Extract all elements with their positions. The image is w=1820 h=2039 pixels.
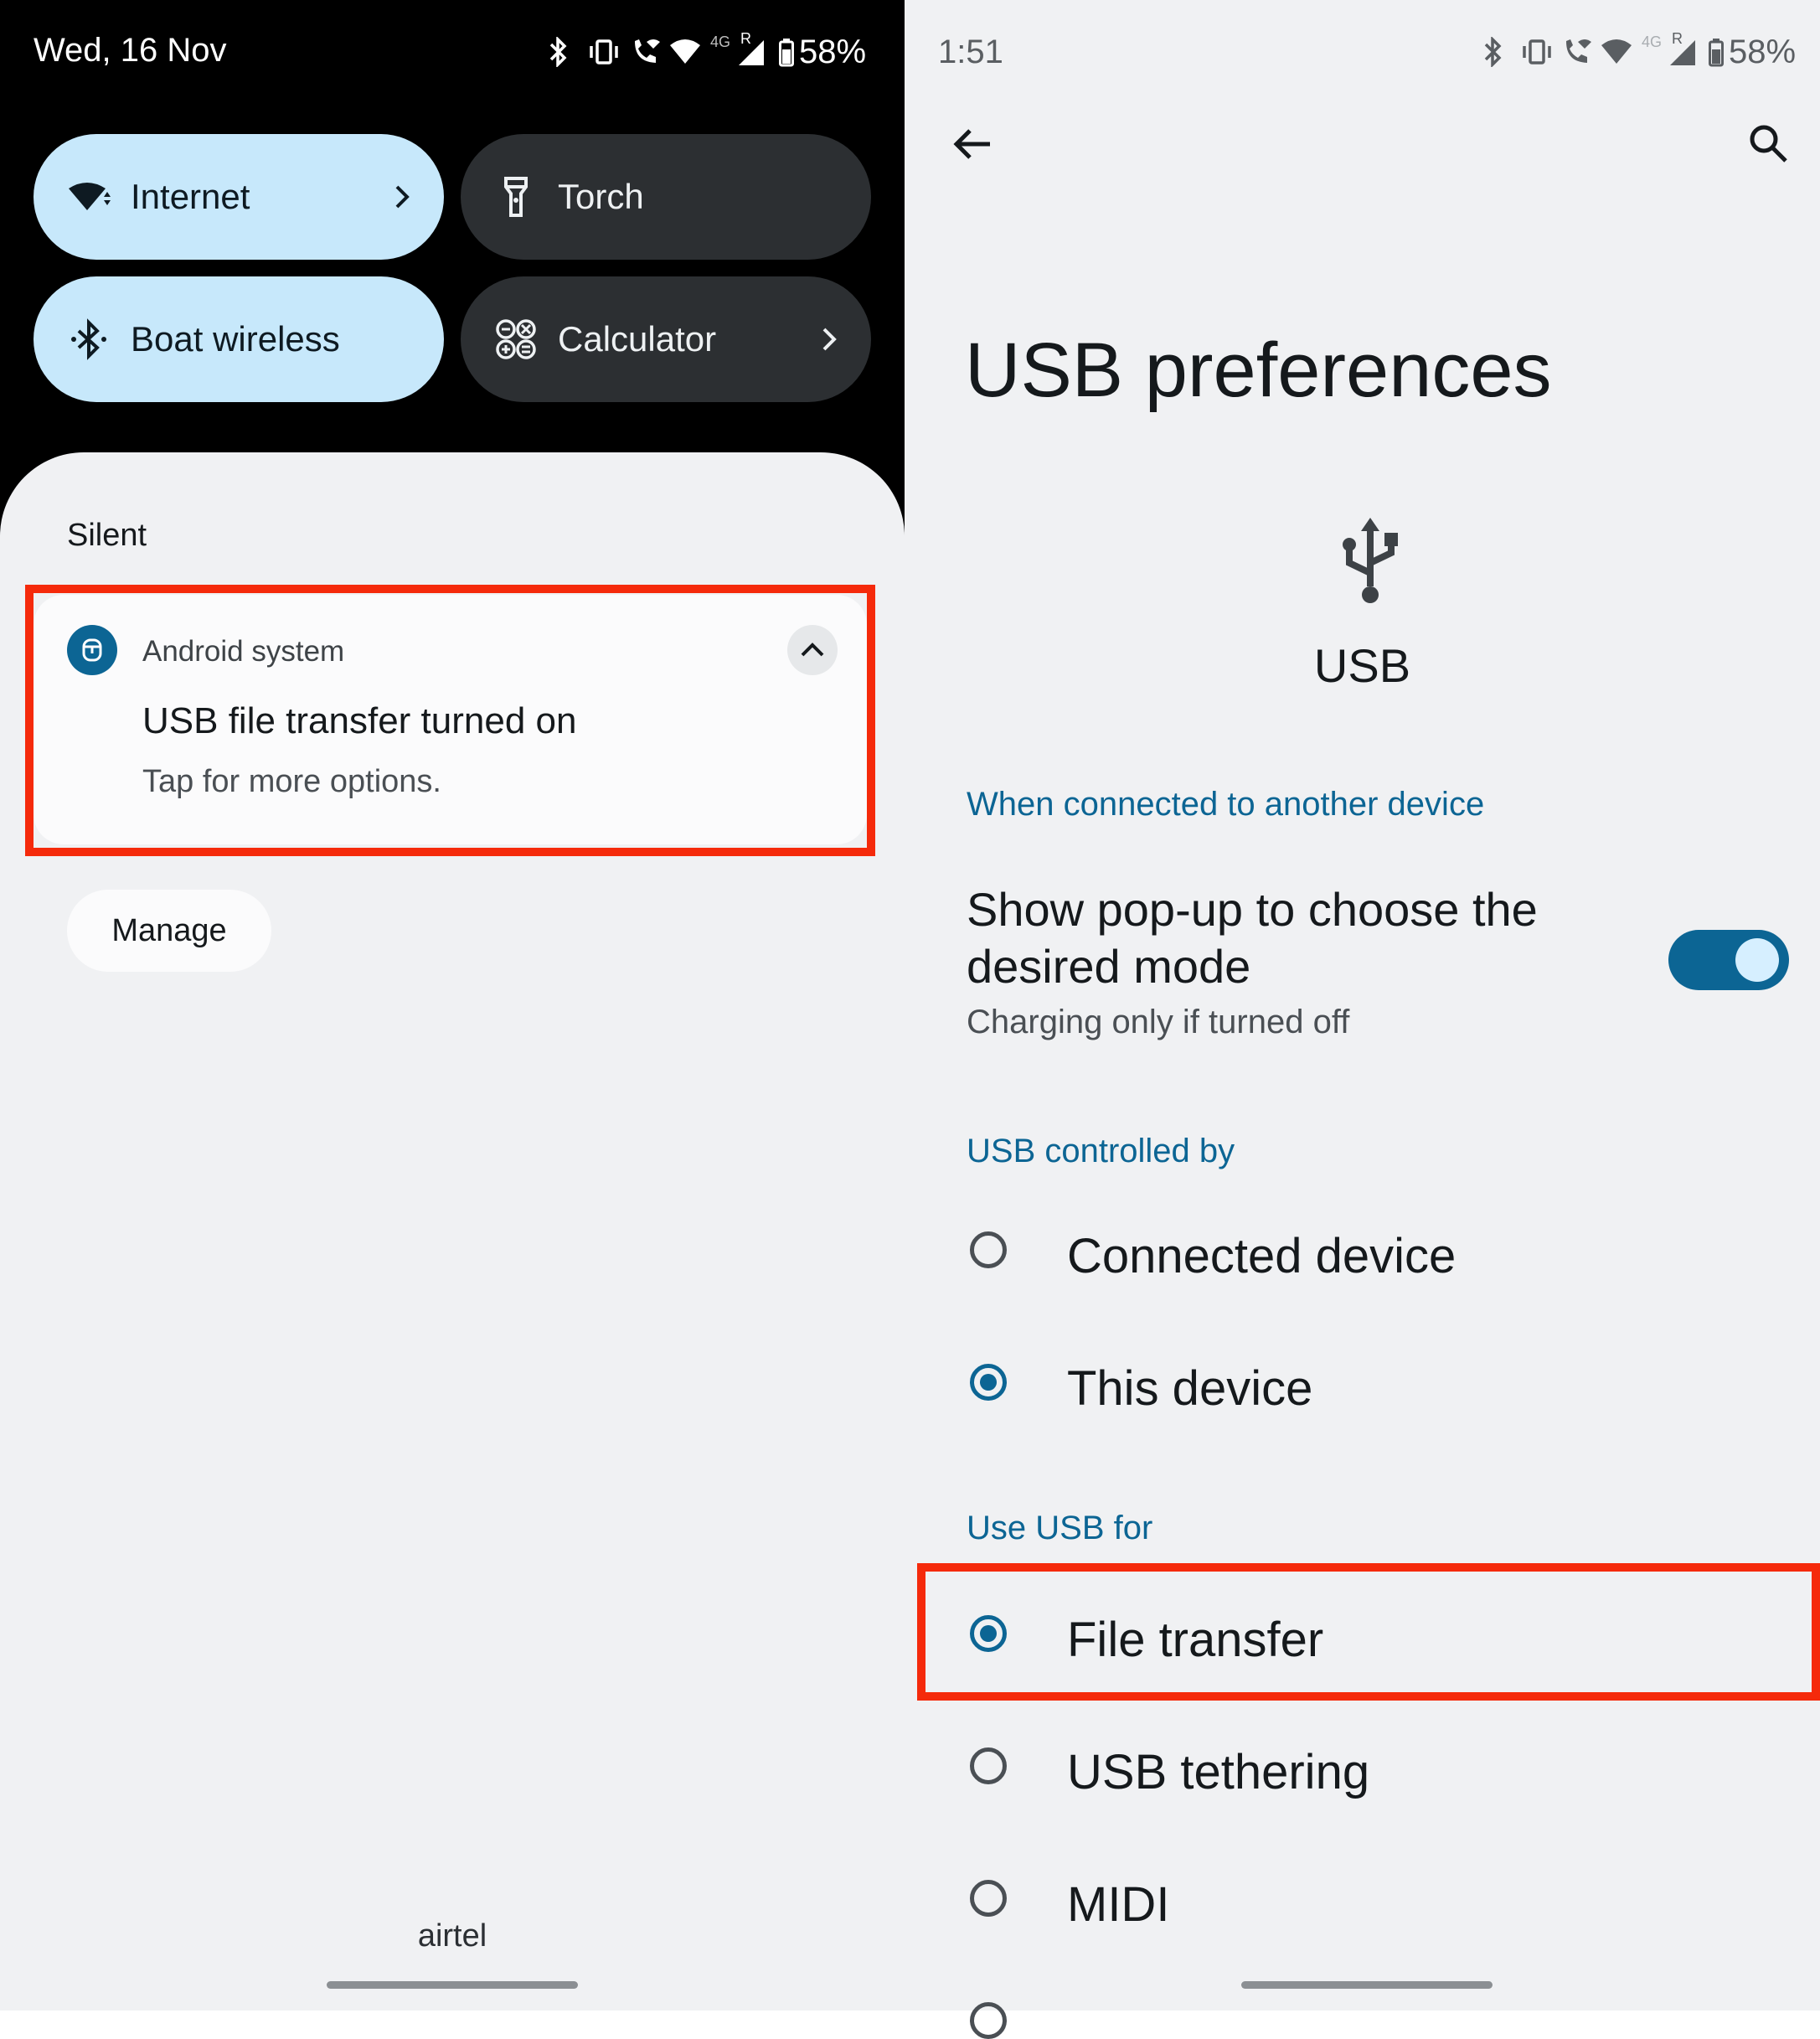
tile-torch[interactable]: Torch [461, 134, 871, 260]
status-icons: 4G R 58% [1481, 30, 1799, 70]
wifi-icon [1601, 39, 1632, 64]
status-date: Wed, 16 Nov [34, 32, 227, 69]
usb-icon [1343, 518, 1398, 603]
radio-this-device[interactable]: This device [905, 1322, 1820, 1456]
radio-button-partial[interactable] [970, 2002, 1007, 2039]
battery-icon [779, 39, 794, 67]
tile-label: Internet [131, 177, 250, 216]
manage-button[interactable]: Manage [67, 890, 271, 972]
bluetooth-icon [549, 37, 567, 67]
tile-label: Torch [558, 177, 644, 216]
network-type: 4G [1642, 34, 1663, 50]
signal-icon [1670, 40, 1695, 65]
tile-internet[interactable]: Internet [34, 134, 444, 260]
radio-button[interactable] [970, 1880, 1007, 1917]
manage-label: Manage [111, 913, 227, 948]
wifi-icon [69, 183, 111, 210]
radio-label: This device [1067, 1361, 1313, 1416]
radio-button[interactable] [970, 1364, 1007, 1401]
tile-bluetooth[interactable]: Boat wireless [34, 276, 444, 402]
highlight-box [917, 1563, 1820, 1701]
toggle-thumb [1735, 938, 1779, 982]
radio-usb-tethering[interactable]: USB tethering [905, 1699, 1820, 1833]
section-use-usb-for: Use USB for [967, 1510, 1153, 1546]
back-button[interactable] [946, 117, 1000, 171]
popup-setting-title: Show pop-up to choose the desired mode [967, 883, 1538, 993]
vibrate-icon [590, 39, 618, 65]
chevron-right-icon [822, 328, 837, 351]
arrow-back-icon [953, 129, 990, 159]
radio-label: Connected device [1067, 1229, 1457, 1283]
gesture-handle[interactable] [1241, 1981, 1493, 1989]
highlight-box [25, 585, 875, 856]
signal-icon [739, 40, 764, 65]
calculator-icon [496, 319, 536, 359]
tile-calculator[interactable]: Calculator [461, 276, 871, 402]
battery-icon [1709, 39, 1724, 67]
flashlight-icon [504, 177, 528, 217]
radio-button[interactable] [970, 1747, 1007, 1784]
gesture-handle[interactable] [327, 1981, 578, 1989]
network-type: 4G [710, 34, 731, 50]
wifi-calling-icon [1566, 39, 1591, 63]
status-icons: 4G R 58% [546, 30, 867, 70]
radio-connected-device[interactable]: Connected device [905, 1190, 1820, 1324]
usb-hero-label: USB [1313, 639, 1411, 692]
notification-shade: Wed, 16 Nov 4G R 58% Internet Torch Boat… [0, 0, 905, 2011]
search-icon [1750, 125, 1787, 163]
page-title: USB preferences [965, 328, 1552, 413]
tile-label: Boat wireless [131, 319, 340, 359]
section-controlled-by: USB controlled by [967, 1133, 1235, 1169]
radio-button[interactable] [970, 1231, 1007, 1268]
wifi-icon [670, 39, 700, 64]
wifi-calling-icon [635, 39, 660, 63]
radio-label: USB tethering [1067, 1745, 1370, 1799]
carrier-label: airtel [417, 1918, 487, 1954]
bluetooth-icon [1484, 37, 1502, 67]
section-silent: Silent [67, 518, 147, 553]
usb-preferences-screen: 1:51 4G R 58% USB preferences USB When c… [905, 0, 1820, 2039]
chevron-right-icon [395, 185, 410, 209]
radio-label: MIDI [1067, 1877, 1170, 1932]
section-when-connected: When connected to another device [967, 786, 1485, 823]
vibrate-icon [1523, 39, 1551, 65]
battery-percent: 58% [1729, 34, 1797, 70]
popup-toggle[interactable] [1668, 930, 1789, 990]
battery-percent: 58% [799, 34, 867, 70]
radio-midi[interactable]: MIDI [905, 1831, 1820, 1965]
status-time: 1:51 [938, 34, 1003, 70]
popup-setting-subtitle: Charging only if turned off [967, 1004, 1350, 1040]
tile-label: Calculator [558, 319, 717, 359]
popup-setting-row[interactable]: Show pop-up to choose the desired mode C… [905, 871, 1820, 1056]
bluetooth-icon [71, 318, 106, 360]
search-button[interactable] [1742, 117, 1796, 171]
